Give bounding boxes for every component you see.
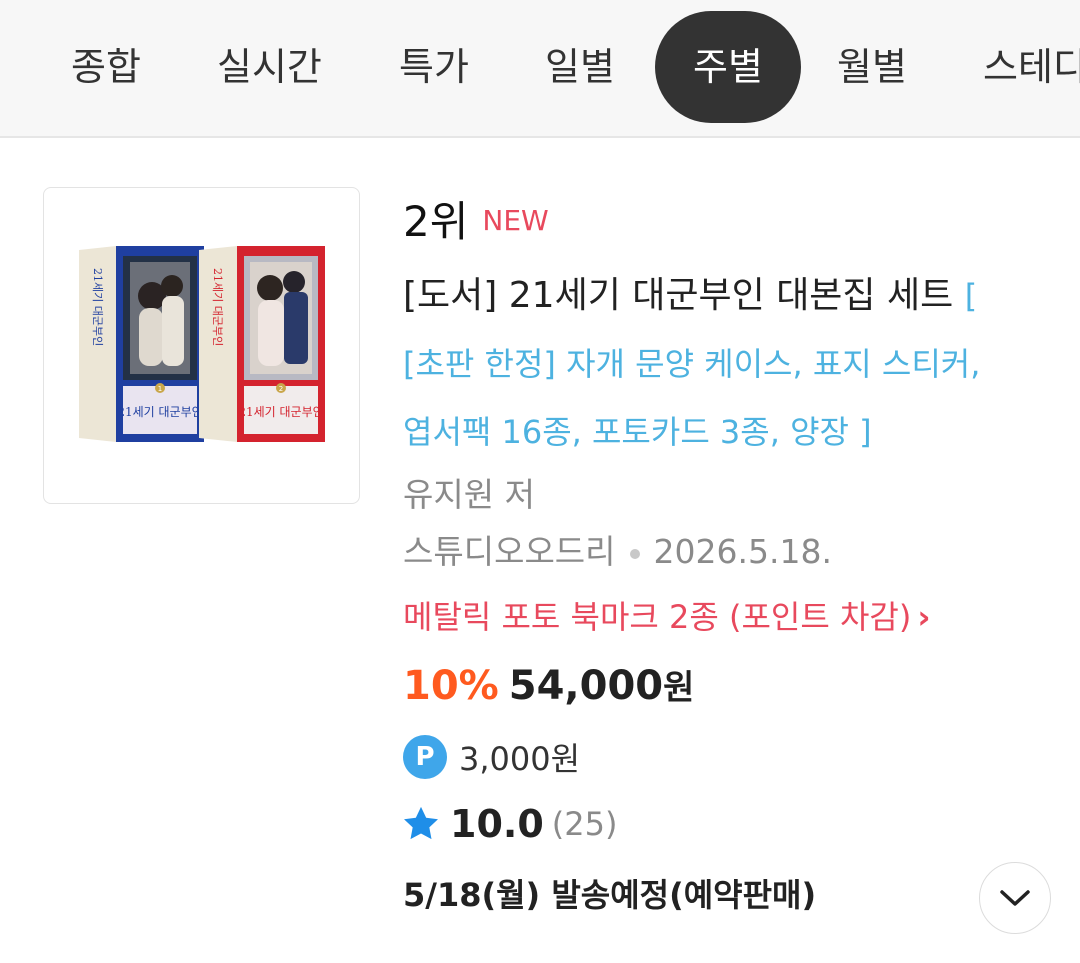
rating-row[interactable]: 10.0 (25) [400, 802, 617, 854]
svg-text:2: 2 [279, 385, 283, 393]
svg-text:21세기 대군부인: 21세기 대군부인 [238, 405, 323, 419]
product-thumbnail[interactable]: 21세기 대군부인 1 21세기 대군부인 21세기 대군부인 2 21세기 대… [43, 187, 360, 504]
chevron-down-icon [1000, 890, 1030, 906]
currency-unit: 원 [663, 668, 695, 708]
price-row: 10% 54,000원 [403, 660, 694, 709]
tab-overall[interactable]: 종합 [71, 11, 141, 123]
chevron-right-icon: › [917, 598, 931, 636]
author[interactable]: 유지원 저 [403, 468, 535, 516]
product-title: [도서] 21세기 대군부인 대본집 세트 [403, 275, 954, 316]
point-row: P 3,000원 [403, 734, 580, 782]
svg-text:1: 1 [158, 385, 162, 393]
ranking-period-tabs: 종합 실시간 특가 일별 주별 월별 스테디 [0, 0, 1080, 138]
publish-date: 2026.5.18. [653, 532, 832, 571]
discount-rate: 10% [403, 663, 499, 709]
expand-button[interactable] [979, 862, 1051, 934]
separator-dot [629, 548, 640, 559]
star-icon [404, 806, 438, 840]
tab-daily[interactable]: 일별 [545, 11, 615, 123]
book-cover-image: 21세기 대군부인 1 21세기 대군부인 21세기 대군부인 2 21세기 대… [79, 246, 325, 442]
promo-gift-link[interactable]: 메탈릭 포토 북마크 2종 (포인트 차감) › [403, 592, 931, 638]
rank-line: 2위 NEW [403, 188, 549, 246]
new-badge: NEW [482, 204, 549, 237]
product-title-link[interactable]: [도서] 21세기 대군부인 대본집 세트 [ [초판 한정] 자개 문양 케이… [403, 262, 1043, 466]
sale-price: 54,000 [508, 663, 664, 709]
rank-number: 2위 [403, 197, 469, 246]
shipping-info: 5/18(월) 발송예정(예약판매) [403, 876, 817, 914]
tab-steady[interactable]: 스테디 [983, 11, 1080, 123]
promo-text: 메탈릭 포토 북마크 2종 (포인트 차감) [403, 598, 912, 636]
point-amount: 3,000원 [459, 740, 581, 778]
publisher[interactable]: 스튜디오오드리 [403, 532, 616, 571]
tab-monthly[interactable]: 월별 [837, 11, 907, 123]
review-count: (25) [551, 805, 618, 843]
publisher-row: 스튜디오오드리 2026.5.18. [403, 525, 832, 573]
svg-text:21세기 대군부인: 21세기 대군부인 [117, 405, 202, 419]
svg-text:21세기 대군부인: 21세기 대군부인 [211, 268, 224, 346]
rating-score: 10.0 [450, 802, 544, 846]
tab-special[interactable]: 특가 [399, 11, 469, 123]
tab-realtime[interactable]: 실시간 [217, 11, 322, 123]
point-icon: P [403, 735, 447, 779]
tab-weekly[interactable]: 주별 [655, 11, 801, 123]
svg-text:21세기 대군부인: 21세기 대군부인 [91, 268, 104, 346]
